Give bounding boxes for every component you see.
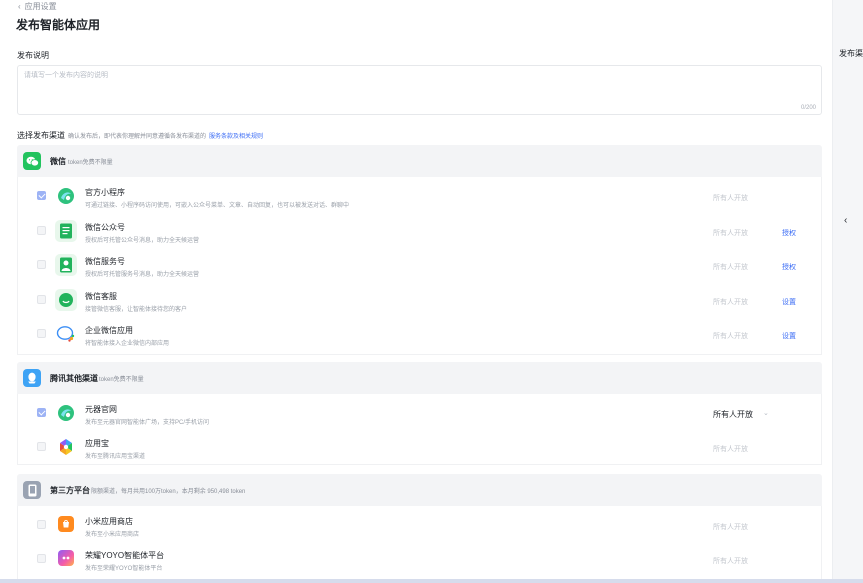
group-body: 小米应用商店 发布至小米应用商店 所有人开放 荣耀YOYO智能体平台 发布至荣耀…	[17, 506, 822, 583]
channel-group-third-party: 第三方平台 限额渠道，每月共用100万token，本月剩余 950,498 to…	[17, 474, 822, 583]
group-note: token免费不限量	[99, 377, 144, 383]
group-name: 微信	[50, 157, 66, 166]
app-name: 企业微信应用	[85, 326, 133, 335]
channel-checkbox[interactable]	[37, 329, 46, 338]
xiaomi-store-icon	[58, 516, 74, 532]
channel-row-wecom: 企业微信应用 将智能体接入企业微信内部应用 所有人开放 设置	[18, 318, 823, 353]
app-description: 发布至荣耀YOYO智能体平台	[85, 566, 163, 572]
settings-link[interactable]: 设置	[782, 331, 796, 341]
yingyongbao-icon	[55, 436, 77, 458]
description-input[interactable]	[18, 66, 821, 114]
app-description: 发布至腾讯应用宝渠道	[85, 454, 146, 460]
yuanqi-icon	[55, 185, 77, 207]
group-body: 元器官网 发布至元器官网智能体广场，支持PC/手机访问 所有人开放 ⌄ 应用宝 …	[17, 394, 822, 465]
scope-select[interactable]: 所有人开放	[713, 297, 748, 307]
channel-checkbox[interactable]	[37, 295, 46, 304]
page-title: 发布智能体应用	[16, 18, 101, 32]
group-note: 限额渠道，每月共用100万token，本月剩余 950,498 token	[91, 489, 246, 495]
channels-label: 选择发布渠道 确认发布后，即代表你理解并同意遵循各发布渠道的 服务条款及相关规则	[17, 130, 263, 141]
group-header: 第三方平台 限额渠道，每月共用100万token，本月剩余 950,498 to…	[17, 474, 822, 506]
chevron-left-icon: ‹	[18, 2, 21, 11]
group-name: 第三方平台	[50, 486, 90, 495]
app-description: 授权后可托管公众号消息，助力全天候运营	[85, 238, 200, 244]
authorize-link[interactable]: 授权	[782, 262, 796, 272]
channel-checkbox[interactable]	[37, 442, 46, 451]
settings-link[interactable]: 设置	[782, 297, 796, 307]
group-note: token免费不限量	[68, 160, 113, 166]
scope-select[interactable]: 所有人开放	[713, 522, 748, 532]
bottom-bar	[0, 579, 863, 583]
channel-row-official-account: 微信公众号 授权后可托管公众号消息，助力全天候运营 所有人开放 授权	[18, 215, 823, 250]
wecom-icon	[55, 323, 77, 345]
group-header: 腾讯其他渠道 token免费不限量	[17, 362, 822, 394]
channel-checkbox[interactable]	[37, 260, 46, 269]
back-link[interactable]: ‹ 应用设置	[18, 1, 57, 12]
channel-row-honor-yoyo: 荣耀YOYO智能体平台 发布至荣耀YOYO智能体平台 所有人开放	[18, 543, 823, 578]
policy-link[interactable]: 服务条款及相关规则	[209, 131, 263, 140]
app-description: 发布至元器官网智能体广场，支持PC/手机访问	[85, 420, 210, 426]
scope-select[interactable]: 所有人开放	[713, 409, 753, 420]
group-name: 腾讯其他渠道	[50, 374, 98, 383]
chevron-down-icon[interactable]: ⌄	[763, 409, 769, 417]
scope-select[interactable]: 所有人开放	[713, 262, 748, 272]
channel-checkbox[interactable]	[37, 191, 46, 200]
channel-row-customer-service: 微信客服 接管微信客服，让智能体接待您的客户 所有人开放 设置	[18, 284, 823, 319]
back-link-label: 应用设置	[24, 2, 57, 11]
app-name: 元器官网	[85, 405, 117, 414]
description-counter: 0/200	[800, 105, 816, 111]
phone-icon	[23, 481, 41, 499]
app-name: 微信公众号	[85, 223, 125, 232]
app-description: 接管微信客服，让智能体接待您的客户	[85, 307, 188, 313]
group-header: 微信 token免费不限量	[17, 145, 822, 177]
channel-group-wechat: 微信 token免费不限量 官方小程序 可通过链接、小程序码访问使用，可嵌入公众…	[17, 145, 822, 355]
app-description: 将智能体接入企业微信内部应用	[85, 341, 170, 347]
tencent-channel-icon	[23, 369, 41, 387]
channel-row-xiaomi: 小米应用商店 发布至小米应用商店 所有人开放	[18, 509, 823, 544]
channel-row-mini-program: 官方小程序 可通过链接、小程序码访问使用，可嵌入公众号菜单、文章、自动回复，也可…	[18, 180, 823, 215]
wechat-customer-service-icon	[55, 289, 77, 311]
app-description: 发布至小米应用商店	[85, 532, 140, 538]
wechat-service-account-icon	[55, 254, 77, 276]
description-label: 发布说明	[17, 51, 49, 60]
wechat-icon	[23, 152, 41, 170]
scope-select[interactable]: 所有人开放	[713, 193, 748, 203]
channel-group-tencent: 腾讯其他渠道 token免费不限量 元器官网 发布至元器官网智能体广场，支持PC…	[17, 362, 822, 465]
description-box: 0/200	[17, 65, 822, 115]
channels-title: 选择发布渠道	[17, 131, 65, 140]
scope-select[interactable]: 所有人开放	[713, 228, 748, 238]
right-panel-title: 发布渠道	[839, 49, 863, 58]
channel-row-yingyongbao: 应用宝 发布至腾讯应用宝渠道 所有人开放	[18, 431, 823, 466]
app-name: 应用宝	[85, 439, 109, 448]
channel-row-yuanqi-site: 元器官网 发布至元器官网智能体广场，支持PC/手机访问 所有人开放 ⌄	[18, 397, 823, 432]
app-description: 可通过链接、小程序码访问使用，可嵌入公众号菜单、文章、自动回复，也可以被发送对话…	[85, 203, 350, 209]
yuanqi-icon	[55, 402, 77, 424]
channel-checkbox[interactable]	[37, 554, 46, 563]
scope-select[interactable]: 所有人开放	[713, 331, 748, 341]
channels-hint: 确认发布后，即代表你理解并同意遵循各发布渠道的	[68, 134, 207, 140]
app-name: 荣耀YOYO智能体平台	[85, 551, 165, 560]
right-panel: 发布渠道 ‹	[832, 0, 863, 583]
chevron-left-icon[interactable]: ‹	[844, 215, 847, 226]
scope-select[interactable]: 所有人开放	[713, 556, 748, 566]
channel-checkbox[interactable]	[37, 226, 46, 235]
main-content: ‹ 应用设置 发布智能体应用 发布说明 0/200 选择发布渠道 确认发布后，即…	[0, 0, 832, 583]
channel-row-service-account: 微信服务号 授权后可托管服务号消息，助力全天候运营 所有人开放 授权	[18, 249, 823, 284]
scope-select[interactable]: 所有人开放	[713, 444, 748, 454]
group-body: 官方小程序 可通过链接、小程序码访问使用，可嵌入公众号菜单、文章、自动回复，也可…	[17, 177, 822, 355]
authorize-link[interactable]: 授权	[782, 228, 796, 238]
honor-yoyo-icon	[58, 550, 74, 566]
app-name: 微信客服	[85, 292, 117, 301]
wechat-official-account-icon	[55, 220, 77, 242]
app-name: 官方小程序	[85, 188, 125, 197]
app-name: 微信服务号	[85, 257, 125, 266]
app-name: 小米应用商店	[85, 517, 133, 526]
app-description: 授权后可托管服务号消息，助力全天候运营	[85, 272, 200, 278]
channel-checkbox[interactable]	[37, 408, 46, 417]
channel-checkbox[interactable]	[37, 520, 46, 529]
